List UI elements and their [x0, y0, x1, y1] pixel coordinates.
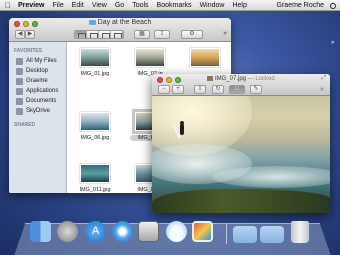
file-name: IMG_011.jpg: [79, 187, 111, 193]
close-button[interactable]: [157, 77, 163, 83]
all-files-icon: [16, 57, 23, 65]
finder-toolbar: ◀ ▶ ▦ ⇧ ⚙: [9, 30, 231, 41]
menu-bar:  Preview File Edit View Go Tools Bookma…: [0, 0, 340, 11]
file-item[interactable]: [185, 48, 225, 71]
icon-view-button[interactable]: [75, 31, 87, 38]
menu-bookmarks[interactable]: Bookmarks: [157, 0, 192, 11]
list-view-button[interactable]: [87, 31, 99, 38]
edit-toolbar-button[interactable]: ✎: [250, 85, 262, 94]
sidebar-item-label: Applications: [26, 88, 59, 94]
view-mode-segmented-control: [74, 30, 124, 39]
toolbar-overflow-icon[interactable]: »: [320, 86, 324, 93]
user-name-menu[interactable]: Graeme Roche: [277, 2, 324, 9]
forward-button[interactable]: ▶: [25, 30, 35, 39]
finder-icon[interactable]: [30, 221, 51, 242]
preview-titlebar[interactable]: IMG_07.jpg — Locked ⤢ − + ⇧ ↻ □ ✎ »: [152, 74, 330, 96]
minimize-button[interactable]: [166, 77, 172, 83]
selection-tool-button[interactable]: □: [229, 85, 245, 94]
applications-icon: [16, 87, 23, 95]
sidebar-item-label: Documents: [26, 98, 57, 104]
preview-window: IMG_07.jpg — Locked ⤢ − + ⇧ ↻ □ ✎ »: [152, 74, 330, 213]
zoom-button[interactable]: [175, 77, 181, 83]
photos-icon[interactable]: [192, 221, 213, 242]
image-file-icon: [207, 76, 213, 81]
folder-icon: [88, 20, 96, 25]
menu-view[interactable]: View: [92, 0, 107, 11]
share-button[interactable]: ⇧: [154, 30, 170, 39]
preview-title-text: IMG_07.jpg: [215, 76, 247, 82]
fullscreen-icon[interactable]: ⤢: [321, 75, 326, 82]
favorites-header: FAVORITES: [14, 48, 42, 54]
preview-icon[interactable]: [138, 221, 159, 242]
file-thumbnail: [80, 112, 110, 131]
menu-tools[interactable]: Tools: [132, 0, 148, 11]
skydrive-icon: [16, 107, 23, 115]
file-thumbnail: [80, 164, 110, 183]
menu-preview[interactable]: Preview: [18, 0, 44, 11]
sidebar-item-documents[interactable]: Documents: [9, 96, 66, 106]
file-item[interactable]: IMG_011.jpg: [75, 164, 115, 193]
share-button[interactable]: ⇧: [194, 85, 206, 94]
menu-go[interactable]: Go: [115, 0, 124, 11]
menu-window[interactable]: Window: [200, 0, 225, 11]
preview-title: IMG_07.jpg — Locked: [207, 76, 275, 82]
desktop-icon: [16, 67, 23, 75]
sidebar-item-desktop[interactable]: Desktop: [9, 66, 66, 76]
sidebar-item-label: Graeme: [26, 78, 48, 84]
finder-titlebar[interactable]: Day at the Beach ◀ ▶ ▦ ⇧ ⚙ »: [9, 18, 231, 42]
zoom-out-button[interactable]: −: [158, 85, 170, 94]
downloads-folder-icon[interactable]: [260, 226, 284, 243]
dock-separator: [226, 224, 227, 244]
icloud-icon[interactable]: [166, 221, 187, 242]
file-item[interactable]: IMG_02.jp: [130, 48, 170, 77]
documents-icon: [16, 97, 23, 105]
sidebar-item-skydrive[interactable]: SkyDrive: [9, 106, 66, 116]
zoom-in-button[interactable]: +: [172, 85, 184, 94]
file-thumbnail: [190, 48, 220, 67]
back-button[interactable]: ◀: [15, 30, 25, 39]
sidebar-item-all-my-files[interactable]: All My Files: [9, 56, 66, 66]
window-controls: [157, 77, 184, 83]
sidebar-item-label: SkyDrive: [26, 108, 51, 114]
sidebar-item-graeme[interactable]: Graeme: [9, 76, 66, 86]
column-view-button[interactable]: [99, 31, 111, 38]
file-thumbnail: [80, 48, 110, 67]
launchpad-icon[interactable]: [57, 221, 78, 242]
safari-icon[interactable]: [112, 221, 133, 242]
beach-photo: [152, 96, 330, 213]
home-icon: [16, 77, 23, 85]
apple-menu-icon[interactable]: : [5, 0, 11, 11]
action-gear-button[interactable]: ⚙: [181, 30, 203, 39]
sidebar-item-applications[interactable]: Applications: [9, 86, 66, 96]
file-name: IMG_01.jpg: [80, 71, 110, 77]
finder-sidebar: FAVORITES All My Files Desktop Graeme Ap…: [9, 42, 67, 193]
file-name: IMG_06.jpg: [80, 135, 110, 141]
locked-label: — Locked: [247, 76, 275, 82]
menu-file[interactable]: File: [52, 0, 63, 11]
rotate-button[interactable]: ↻: [212, 85, 224, 94]
menubar-status: Graeme Roche: [277, 0, 336, 11]
file-item[interactable]: IMG_06.jpg: [75, 112, 115, 141]
finder-title-text: Day at the Beach: [97, 19, 152, 26]
wave-foam: [212, 166, 330, 188]
spotlight-search-icon[interactable]: [330, 2, 336, 9]
trash-icon[interactable]: [291, 221, 309, 243]
surfer-figure: [171, 121, 186, 139]
arrange-button[interactable]: ▦: [134, 30, 150, 39]
finder-title: Day at the Beach: [9, 19, 231, 26]
coverflow-view-button[interactable]: [111, 31, 123, 38]
file-item[interactable]: IMG_01.jpg: [75, 48, 115, 77]
file-thumbnail: [135, 48, 165, 67]
app-store-icon[interactable]: A: [85, 221, 106, 242]
surfer-body: [180, 124, 184, 135]
sidebar-item-label: Desktop: [26, 68, 49, 74]
desktop-overflow-icon: »: [331, 40, 335, 46]
folder-icon[interactable]: [233, 226, 257, 243]
menu-edit[interactable]: Edit: [72, 0, 84, 11]
sidebar-item-label: All My Files: [26, 58, 57, 64]
menu-help[interactable]: Help: [232, 0, 246, 11]
rocks: [152, 189, 330, 213]
shared-header: SHARED: [14, 122, 36, 128]
toolbar-overflow-icon[interactable]: »: [223, 30, 227, 37]
